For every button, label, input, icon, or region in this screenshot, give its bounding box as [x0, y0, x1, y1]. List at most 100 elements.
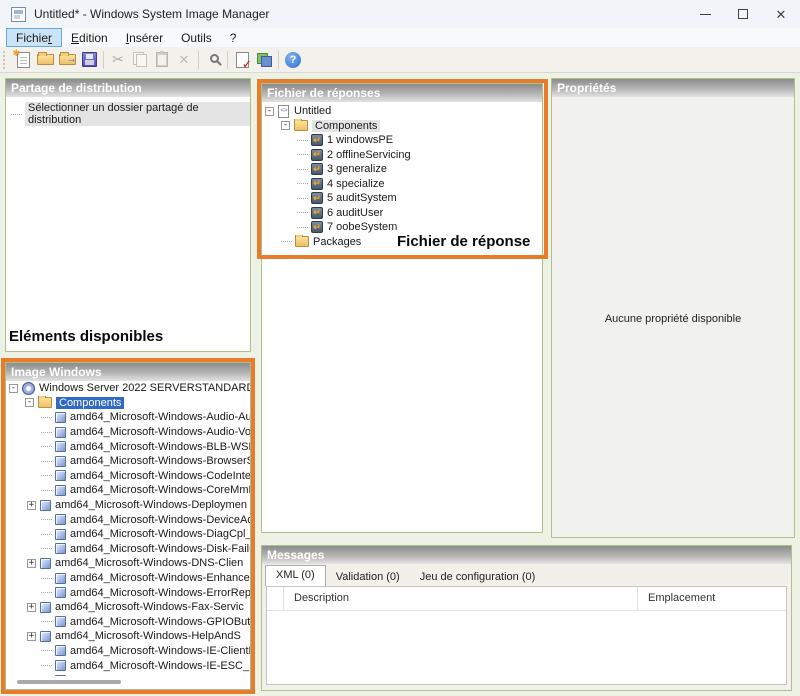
new-answer-file-button[interactable]	[12, 49, 34, 71]
find-button[interactable]	[202, 49, 224, 71]
windows-image-panel: Image Windows Windows Server 2022 SERVER…	[5, 362, 251, 690]
tree-item-component[interactable]: amd64_Microsoft-Windows-DeviceAc	[6, 512, 250, 527]
save-button[interactable]	[78, 49, 100, 71]
component-icon	[55, 427, 66, 438]
copy-button[interactable]	[129, 49, 151, 71]
tree-item-components[interactable]: Components	[262, 119, 542, 134]
answer-file-icon	[278, 105, 289, 118]
distribution-share-placeholder-row[interactable]: Sélectionner un dossier partagé de distr…	[11, 102, 250, 126]
create-configuration-set-button[interactable]	[253, 49, 275, 71]
tree-item-pass-audituser[interactable]: 6 auditUser	[262, 206, 542, 221]
toolbar-separator	[278, 51, 279, 69]
distribution-share-panel: Partage de distribution Sélectionner un …	[5, 78, 251, 352]
tree-expander[interactable]	[9, 384, 18, 393]
component-icon	[55, 660, 66, 671]
windows-image-icon	[22, 382, 35, 395]
menu-outils[interactable]: Outils	[172, 28, 221, 47]
tree-expander[interactable]	[281, 121, 290, 130]
paste-icon	[156, 52, 168, 67]
tab-xml[interactable]: XML (0)	[265, 565, 326, 586]
tree-item-pass-generalize[interactable]: 3 generalize	[262, 162, 542, 177]
close-icon: ✕	[776, 8, 787, 21]
tree-item-component[interactable]: amd64_Microsoft-Windows-DiagCpl_1	[6, 527, 250, 542]
properties-panel: Propriétés Aucune propriété disponible	[551, 78, 795, 538]
tree-item-component[interactable]: amd64_Microsoft-Windows-BrowserSe	[6, 454, 250, 469]
copy-icon	[133, 52, 147, 67]
tree-item-component[interactable]: amd64_Microsoft-Windows-CodeInteg	[6, 469, 250, 484]
tree-item-component[interactable]: amd64_Microsoft-Windows-BLB-WSB	[6, 439, 250, 454]
menu-help[interactable]: ?	[221, 28, 246, 47]
messages-body: XML (0) Validation (0) Jeu de configurat…	[262, 564, 791, 690]
tree-item-component[interactable]: amd64_Microsoft-Windows-Fax-Servic	[6, 600, 250, 615]
maximize-button[interactable]	[724, 0, 762, 28]
tree-item-component[interactable]: amd64_Microsoft-Windows-ErrorRepo	[6, 585, 250, 600]
app-icon	[11, 7, 26, 22]
windows-image-tree: Windows Server 2022 SERVERSTANDARD Compo…	[6, 381, 250, 689]
properties-empty-message: Aucune propriété disponible	[552, 313, 794, 325]
tree-expander[interactable]	[265, 107, 274, 116]
tree-item-component[interactable]: amd64_Microsoft-Windows-CoreMmRe	[6, 483, 250, 498]
validate-answer-file-button[interactable]	[231, 49, 253, 71]
answer-file-panel: Fichier de réponses Untitled Components …	[261, 83, 543, 533]
new-file-icon	[17, 52, 30, 68]
title-bar: Untitled* - Windows System Image Manager…	[0, 0, 800, 28]
tree-item-component[interactable]: amd64_Microsoft-Windows-DNS-Clien	[6, 556, 250, 571]
messages-tabs: XML (0) Validation (0) Jeu de configurat…	[265, 566, 545, 586]
tree-item-component[interactable]: amd64_Microsoft-Windows-Disk-Failur	[6, 542, 250, 557]
tree-expander[interactable]	[27, 632, 36, 641]
tree-item-component[interactable]: amd64_Microsoft-Windows-Audio-Aud	[6, 410, 250, 425]
horizontal-scrollbar[interactable]	[8, 676, 248, 687]
tab-configuration-set[interactable]: Jeu de configuration (0)	[410, 568, 546, 586]
open-folder-icon	[37, 54, 54, 65]
tree-expander[interactable]	[27, 559, 36, 568]
tab-validation[interactable]: Validation (0)	[326, 568, 410, 586]
component-icon	[55, 587, 66, 598]
paste-button[interactable]	[151, 49, 173, 71]
column-emplacement[interactable]: Emplacement	[637, 587, 715, 610]
scrollbar-thumb[interactable]	[17, 680, 121, 684]
delete-button[interactable]: ✕	[173, 49, 195, 71]
toolbar-grip[interactable]	[3, 51, 6, 69]
tree-item-component[interactable]: amd64_Microsoft-Windows-Audio-Volu	[6, 425, 250, 440]
share-folder-icon	[59, 54, 76, 65]
tree-item-component[interactable]: amd64_Microsoft-Windows-Enhanced	[6, 571, 250, 586]
search-icon	[210, 54, 219, 63]
save-icon	[82, 52, 97, 67]
minimize-button[interactable]	[686, 0, 724, 28]
tree-item-component[interactable]: amd64_Microsoft-Windows-HelpAndS	[6, 629, 250, 644]
messages-header: Messages	[262, 546, 791, 564]
pass-icon	[311, 163, 323, 175]
pass-icon	[311, 207, 323, 219]
tree-expander[interactable]	[25, 398, 34, 407]
tree-item-component[interactable]: amd64_Microsoft-Windows-GPIOButto	[6, 615, 250, 630]
help-button[interactable]: ?	[282, 49, 304, 71]
tree-expander[interactable]	[27, 501, 36, 510]
distribution-share-header: Partage de distribution	[6, 79, 250, 97]
properties-header: Propriétés	[552, 79, 794, 97]
cut-button[interactable]: ✂	[107, 49, 129, 71]
open-distribution-share-button[interactable]	[56, 49, 78, 71]
tree-item-windows-server-root[interactable]: Windows Server 2022 SERVERSTANDARD	[6, 381, 250, 396]
tree-item-component[interactable]: amd64_Microsoft-Windows-IE-ClientN	[6, 644, 250, 659]
column-description[interactable]: Description	[294, 592, 349, 604]
tree-item-component[interactable]: amd64_Microsoft-Windows-Deploymen	[6, 498, 250, 513]
help-icon: ?	[285, 52, 301, 68]
menu-fichier[interactable]: Fichier	[6, 28, 62, 47]
tree-expander[interactable]	[27, 603, 36, 612]
pass-icon	[311, 149, 323, 161]
toolbar-separator	[198, 51, 199, 69]
tree-item-untitled[interactable]: Untitled	[262, 104, 542, 119]
menu-edition[interactable]: Edition	[62, 28, 117, 47]
folder-icon	[295, 236, 309, 247]
menu-inserer[interactable]: Insérer	[117, 28, 172, 47]
tree-item-pass-windowspe[interactable]: 1 windowsPE	[262, 133, 542, 148]
open-answer-file-button[interactable]	[34, 49, 56, 71]
close-button[interactable]: ✕	[762, 0, 800, 28]
component-icon	[55, 441, 66, 452]
component-icon	[40, 558, 51, 569]
tree-item-components[interactable]: Components	[6, 396, 250, 411]
tree-item-pass-offlineservicing[interactable]: 2 offlineServicing	[262, 148, 542, 163]
tree-item-component[interactable]: amd64_Microsoft-Windows-IE-ESC_1	[6, 658, 250, 673]
tree-item-pass-specialize[interactable]: 4 specialize	[262, 177, 542, 192]
tree-item-pass-auditsystem[interactable]: 5 auditSystem	[262, 191, 542, 206]
